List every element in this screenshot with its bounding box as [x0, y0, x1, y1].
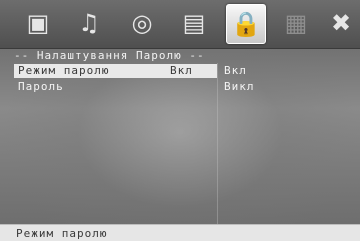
setup-menu-screen: ▣ ♫ ◎ ▤ 🔒 ▦ ✖ -- Налаштування Паролю -- … [0, 0, 360, 241]
subtitle-icon[interactable]: ▤ [178, 8, 210, 38]
setting-row-password[interactable]: Пароль Викл [14, 80, 347, 94]
disc-icon[interactable]: ◎ [126, 8, 158, 38]
option-on[interactable]: Вкл [224, 64, 247, 78]
status-bar: Режим паролю [0, 224, 360, 241]
parental-level-icon[interactable]: ▦ [280, 8, 312, 38]
setting-row-password-mode[interactable]: Режим паролю Вкл Вкл [14, 64, 347, 78]
status-text: Режим паролю [16, 227, 108, 240]
audio-icon[interactable]: ♫ [73, 8, 105, 38]
lock-icon[interactable]: 🔒 [226, 4, 266, 44]
picture-icon[interactable]: ▣ [22, 8, 54, 38]
panel-title: -- Налаштування Паролю -- [14, 49, 205, 62]
exit-icon[interactable]: ✖ [325, 8, 357, 38]
setting-label: Пароль [18, 80, 64, 93]
setting-value: Вкл [170, 64, 193, 77]
setup-toolbar: ▣ ♫ ◎ ▤ 🔒 ▦ ✖ [0, 0, 360, 49]
setting-label: Режим паролю [18, 64, 110, 77]
option-off[interactable]: Викл [224, 80, 255, 94]
